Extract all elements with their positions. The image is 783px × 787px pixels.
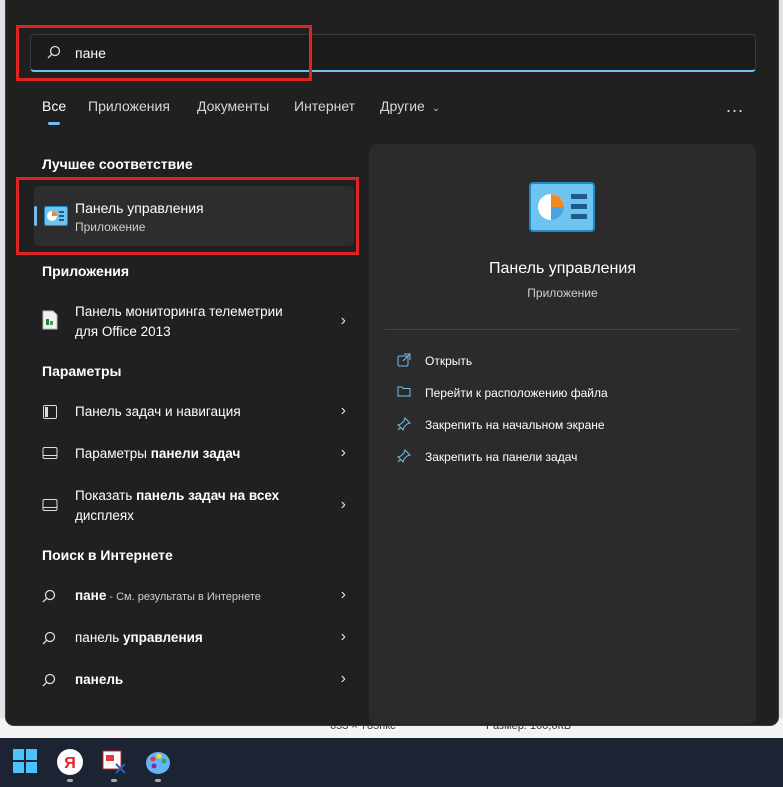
label-part: Показать <box>75 488 137 503</box>
chevron-right-icon: › <box>340 496 346 513</box>
label-match: панель <box>75 672 124 687</box>
label-match: панель задач на всех <box>136 488 280 503</box>
folder-icon <box>397 385 411 400</box>
label-match: управления <box>123 630 203 645</box>
label-match: панели задач <box>150 446 241 461</box>
highlight-search-annotation <box>16 25 312 81</box>
web-result-1[interactable]: пане - См. результаты в Интернете › <box>42 586 352 608</box>
taskbar-snipping-tool[interactable] <box>100 748 128 782</box>
app-result-line2: для Office 2013 <box>75 324 171 339</box>
chevron-down-icon: ⌄ <box>431 103 441 114</box>
web-result-2[interactable]: панель управления › <box>42 628 352 650</box>
search-panel: Все Приложения Документы Интернет Другие… <box>6 0 778 725</box>
tab-internet[interactable]: Интернет <box>294 98 355 114</box>
tab-other-label: Другие <box>380 98 425 114</box>
chevron-right-icon: › <box>340 444 346 461</box>
taskbar-settings-icon <box>42 404 58 425</box>
windows-logo-icon <box>13 749 37 773</box>
web-result-label: панель управления <box>75 628 203 648</box>
start-button[interactable] <box>12 748 40 776</box>
taskbar-icon <box>42 446 58 465</box>
active-tab-indicator <box>48 122 60 125</box>
taskbar-icon <box>42 498 58 517</box>
more-options-button[interactable]: ... <box>726 96 744 117</box>
chevron-right-icon: › <box>340 402 346 419</box>
search-icon <box>42 631 56 650</box>
label-part: панель <box>75 630 123 645</box>
pin-icon <box>397 449 411 466</box>
running-indicator <box>67 779 73 782</box>
tab-other[interactable]: Другие ⌄ <box>380 98 440 114</box>
yandex-browser-icon: Я <box>57 749 83 775</box>
app-result-telemetry[interactable]: Панель мониторинга телеметрии для Office… <box>42 302 352 344</box>
tab-all[interactable]: Все <box>42 98 66 114</box>
section-settings: Параметры <box>42 363 122 379</box>
app-result-line1: Панель мониторинга телеметрии <box>75 304 283 319</box>
open-icon <box>397 353 411 370</box>
action-label: Закрепить на начальном экране <box>425 418 605 432</box>
taskbar-paint[interactable] <box>144 748 172 782</box>
running-indicator <box>155 779 161 782</box>
snipping-tool-icon <box>102 750 126 774</box>
search-icon <box>42 589 56 608</box>
pin-icon <box>397 417 411 434</box>
taskbar-yandex-browser[interactable]: Я <box>56 748 84 782</box>
preview-pane: Панель управления Приложение Открыть Пер… <box>369 144 756 724</box>
section-web: Поиск в Интернете <box>42 547 173 563</box>
action-label: Открыть <box>425 354 473 368</box>
tab-apps[interactable]: Приложения <box>88 98 170 114</box>
web-result-label: панель <box>75 670 123 690</box>
svg-text:Я: Я <box>64 755 76 772</box>
settings-result-label-line2: дисплеях <box>75 508 134 523</box>
taskbar: Я <box>0 738 783 787</box>
section-apps: Приложения <box>42 263 130 279</box>
preview-type: Приложение <box>527 286 598 300</box>
label-part: Параметры <box>75 446 151 461</box>
document-icon <box>42 310 58 335</box>
tab-documents[interactable]: Документы <box>197 98 269 114</box>
running-indicator <box>111 779 117 782</box>
label-suffix: - См. результаты в Интернете <box>106 591 261 603</box>
section-best-match: Лучшее соответствие <box>42 156 193 172</box>
paint-icon <box>146 752 170 774</box>
chevron-right-icon: › <box>340 586 346 603</box>
label-match: пане <box>75 588 107 603</box>
settings-result-label: Панель задач и навигация <box>75 404 241 419</box>
chevron-right-icon: › <box>340 628 346 645</box>
control-panel-icon <box>529 182 595 237</box>
web-result-label: пане - См. результаты в Интернете <box>75 586 261 607</box>
settings-result-label: Параметры панели задач <box>75 444 240 464</box>
preview-title: Панель управления <box>489 260 636 277</box>
settings-result-taskbar-params[interactable]: Параметры панели задач › <box>42 444 352 466</box>
chevron-right-icon: › <box>340 312 346 329</box>
settings-result-taskbar-navigation[interactable]: Панель задач и навигация › <box>42 402 352 424</box>
divider <box>385 329 739 330</box>
search-icon <box>42 673 56 692</box>
web-result-3[interactable]: панель › <box>42 670 352 692</box>
settings-result-show-taskbar[interactable]: Показать панель задач на всех дисплеях › <box>42 486 352 528</box>
action-label: Закрепить на панели задач <box>425 450 578 464</box>
highlight-best-match-annotation <box>16 177 359 255</box>
chevron-right-icon: › <box>340 670 346 687</box>
settings-result-label: Показать панель задач на всех <box>75 486 279 506</box>
action-label: Перейти к расположению файла <box>425 386 608 400</box>
